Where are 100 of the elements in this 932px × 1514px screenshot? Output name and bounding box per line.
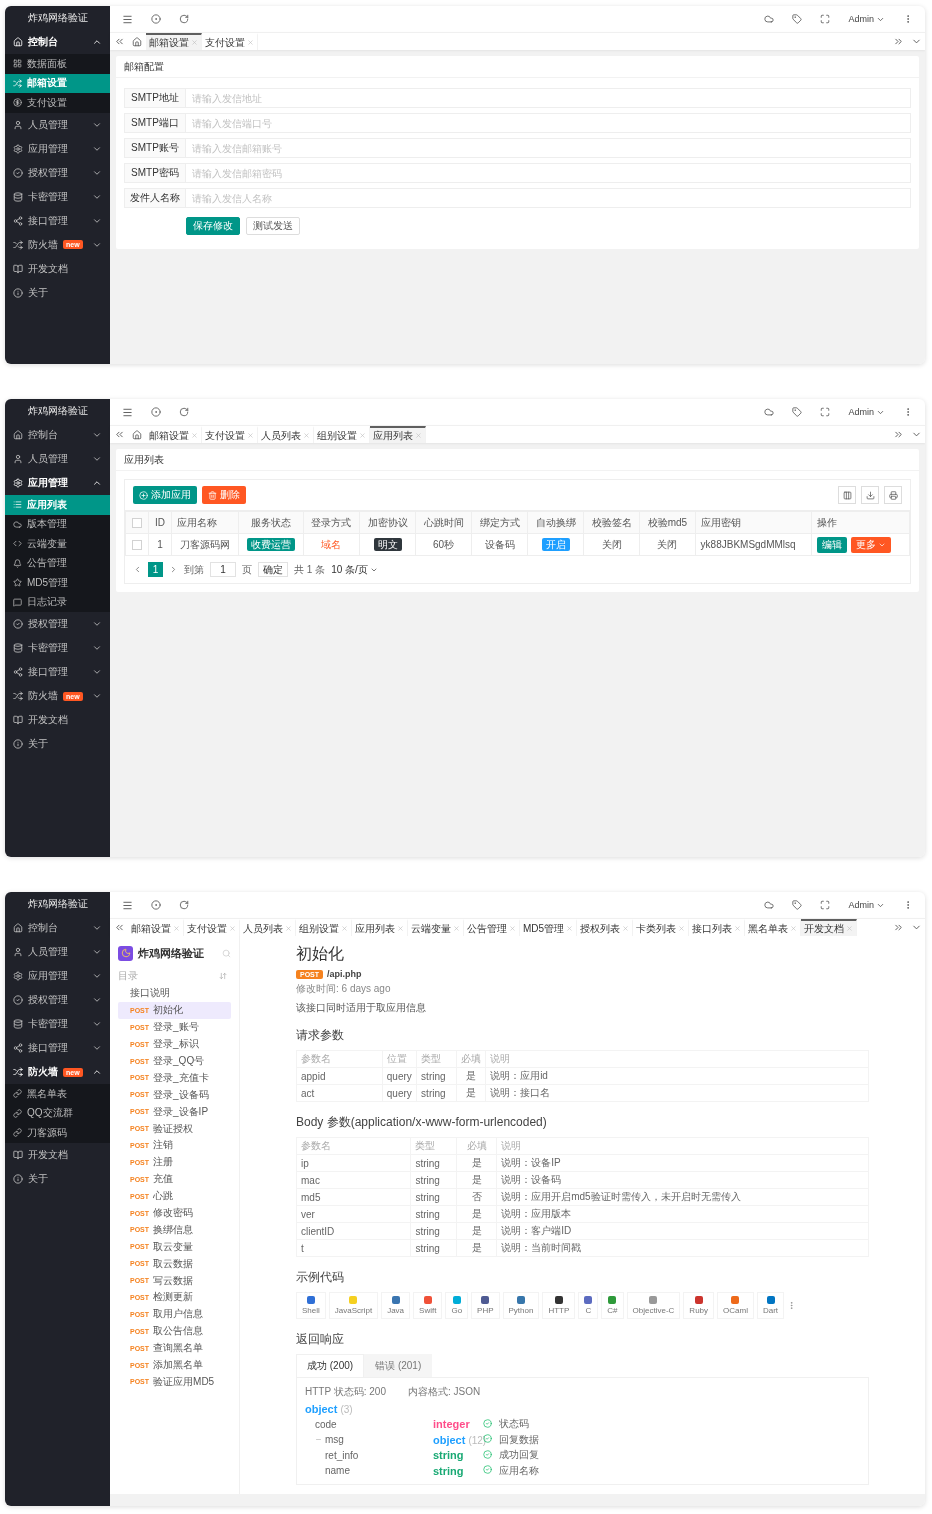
menu-item[interactable]: 接口管理: [5, 208, 110, 233]
column-header: 心跳时间: [415, 511, 472, 534]
submenu-item[interactable]: 刀客源码: [5, 1123, 110, 1143]
submenu-item[interactable]: 黑名单表: [5, 1084, 110, 1104]
language-button[interactable]: Shell: [296, 1292, 326, 1319]
menu-item[interactable]: 接口管理: [5, 660, 110, 684]
tab[interactable]: 开发文档: [801, 919, 858, 936]
menu-item[interactable]: 控制台: [5, 916, 110, 940]
menu-item[interactable]: 控制台: [5, 423, 110, 447]
menu-item[interactable]: 人员管理: [5, 447, 110, 471]
menu-item[interactable]: 应用管理: [5, 136, 110, 161]
table-cell: 设备码: [471, 533, 528, 556]
table-cell: 是: [456, 1239, 497, 1257]
menu-item[interactable]: 应用管理: [5, 471, 110, 495]
menu-item[interactable]: 开发文档: [5, 256, 110, 281]
field-name: ret_info: [325, 1449, 359, 1461]
goto-label: 到第: [184, 562, 204, 577]
submenu-item[interactable]: 日志记录: [5, 592, 110, 612]
test-button[interactable]: 测试发送: [246, 217, 300, 235]
column-header: 说明: [485, 1050, 869, 1068]
column-header: 加密协议: [359, 511, 416, 534]
menu-item[interactable]: 人员管理: [5, 112, 110, 137]
table-cell: 说明：应用id: [485, 1067, 869, 1085]
language-button[interactable]: Python: [502, 1292, 540, 1319]
page-input[interactable]: 1: [210, 562, 236, 577]
user-menu[interactable]: Admin: [848, 407, 885, 417]
submenu-item[interactable]: 版本管理: [5, 514, 110, 534]
section-title: 返回响应: [296, 1331, 345, 1348]
menu-item[interactable]: 卡密管理: [5, 184, 110, 209]
menu-item[interactable]: 人员管理: [5, 940, 110, 964]
language-button[interactable]: PHP: [471, 1292, 500, 1319]
menu-item[interactable]: 授权管理: [5, 988, 110, 1012]
menu-item[interactable]: 开发文档: [5, 1142, 110, 1167]
menu-item[interactable]: 接口管理: [5, 1036, 110, 1060]
submenu-item[interactable]: 数据面板: [5, 54, 110, 74]
field-description: 应用名称: [499, 1463, 540, 1478]
tab[interactable]: 人员列表: [258, 426, 314, 443]
tab[interactable]: 支付设置: [202, 426, 258, 443]
column-header: 必填: [456, 1137, 497, 1155]
save-button[interactable]: 保存修改: [186, 217, 240, 235]
table-cell: string: [410, 1222, 457, 1240]
table-cell: act: [296, 1084, 383, 1102]
tab[interactable]: 邮箱设置: [146, 426, 202, 443]
language-button[interactable]: Dart: [756, 1292, 785, 1319]
menu-item[interactable]: 关于: [5, 280, 110, 305]
page-size-select[interactable]: 10 条/页: [331, 562, 378, 577]
response-tab[interactable]: 错误 (201): [364, 1354, 433, 1377]
doc-title: 初始化: [296, 944, 345, 964]
menu-item[interactable]: 关于: [5, 732, 110, 756]
language-button[interactable]: C: [578, 1292, 599, 1319]
table-cell: 说明：设备码: [496, 1171, 869, 1189]
table-cell: 说明：接口名: [485, 1084, 869, 1102]
language-button[interactable]: Objective-C: [626, 1292, 681, 1319]
language-button[interactable]: Java: [381, 1292, 411, 1319]
column-header: 位置: [382, 1050, 417, 1068]
column-header: 参数名: [296, 1050, 383, 1068]
table-cell: string: [410, 1154, 457, 1172]
column-header: 操作: [811, 511, 910, 534]
menu-item[interactable]: 应用管理: [5, 964, 110, 988]
doc-description: 该接口同时适用于取应用信息: [296, 1001, 427, 1015]
tab[interactable]: 邮箱设置: [146, 33, 202, 50]
add-button[interactable]: 添加应用: [133, 486, 197, 504]
menu-item[interactable]: 关于: [5, 1166, 110, 1191]
submenu-item[interactable]: 支付设置: [5, 93, 110, 113]
language-button[interactable]: HTTP: [542, 1292, 576, 1319]
user-menu[interactable]: Admin: [848, 900, 885, 910]
language-button[interactable]: C#: [601, 1292, 624, 1319]
menu-item[interactable]: 授权管理: [5, 160, 110, 185]
confirm-button[interactable]: 确定: [258, 562, 288, 577]
language-button[interactable]: Go: [445, 1292, 469, 1319]
table-cell: ver: [296, 1205, 411, 1223]
language-button[interactable]: OCaml: [717, 1292, 754, 1319]
response-tab[interactable]: 成功 (200): [296, 1354, 365, 1377]
tab[interactable]: 应用列表: [370, 426, 426, 443]
page-number[interactable]: 1: [148, 562, 163, 577]
tab[interactable]: 支付设置: [202, 33, 258, 50]
submenu-item[interactable]: 邮箱设置: [5, 73, 110, 93]
edit-button[interactable]: 编辑: [817, 536, 848, 553]
submenu-item[interactable]: MD5管理: [5, 573, 110, 593]
submenu-item[interactable]: 云端变量: [5, 534, 110, 554]
submenu-item[interactable]: 公告管理: [5, 553, 110, 573]
status-code-text: HTTP 状态码: 200: [305, 1385, 386, 1399]
language-button[interactable]: Swift: [413, 1292, 443, 1319]
language-button[interactable]: Ruby: [683, 1292, 715, 1319]
menu-item[interactable]: 卡密管理: [5, 636, 110, 660]
content-format-text: 内容格式: JSON: [407, 1385, 481, 1399]
column-header: 登录方式: [303, 511, 360, 534]
user-menu[interactable]: Admin: [848, 14, 885, 24]
submenu-item[interactable]: 应用列表: [5, 495, 110, 515]
column-header: 自动换绑: [527, 511, 584, 534]
submenu-item[interactable]: QQ交流群: [5, 1103, 110, 1123]
language-button[interactable]: JavaScript: [328, 1292, 379, 1319]
menu-item[interactable]: 授权管理: [5, 612, 110, 636]
column-header: 绑定方式: [471, 511, 528, 534]
table-cell: 是: [456, 1205, 497, 1223]
menu-item[interactable]: 卡密管理: [5, 1012, 110, 1036]
menu-item[interactable]: 控制台: [5, 30, 110, 54]
menu-item[interactable]: 开发文档: [5, 708, 110, 732]
doc-nav-item[interactable]: 接口说明: [118, 985, 231, 1002]
column-header: 说明: [496, 1137, 869, 1155]
